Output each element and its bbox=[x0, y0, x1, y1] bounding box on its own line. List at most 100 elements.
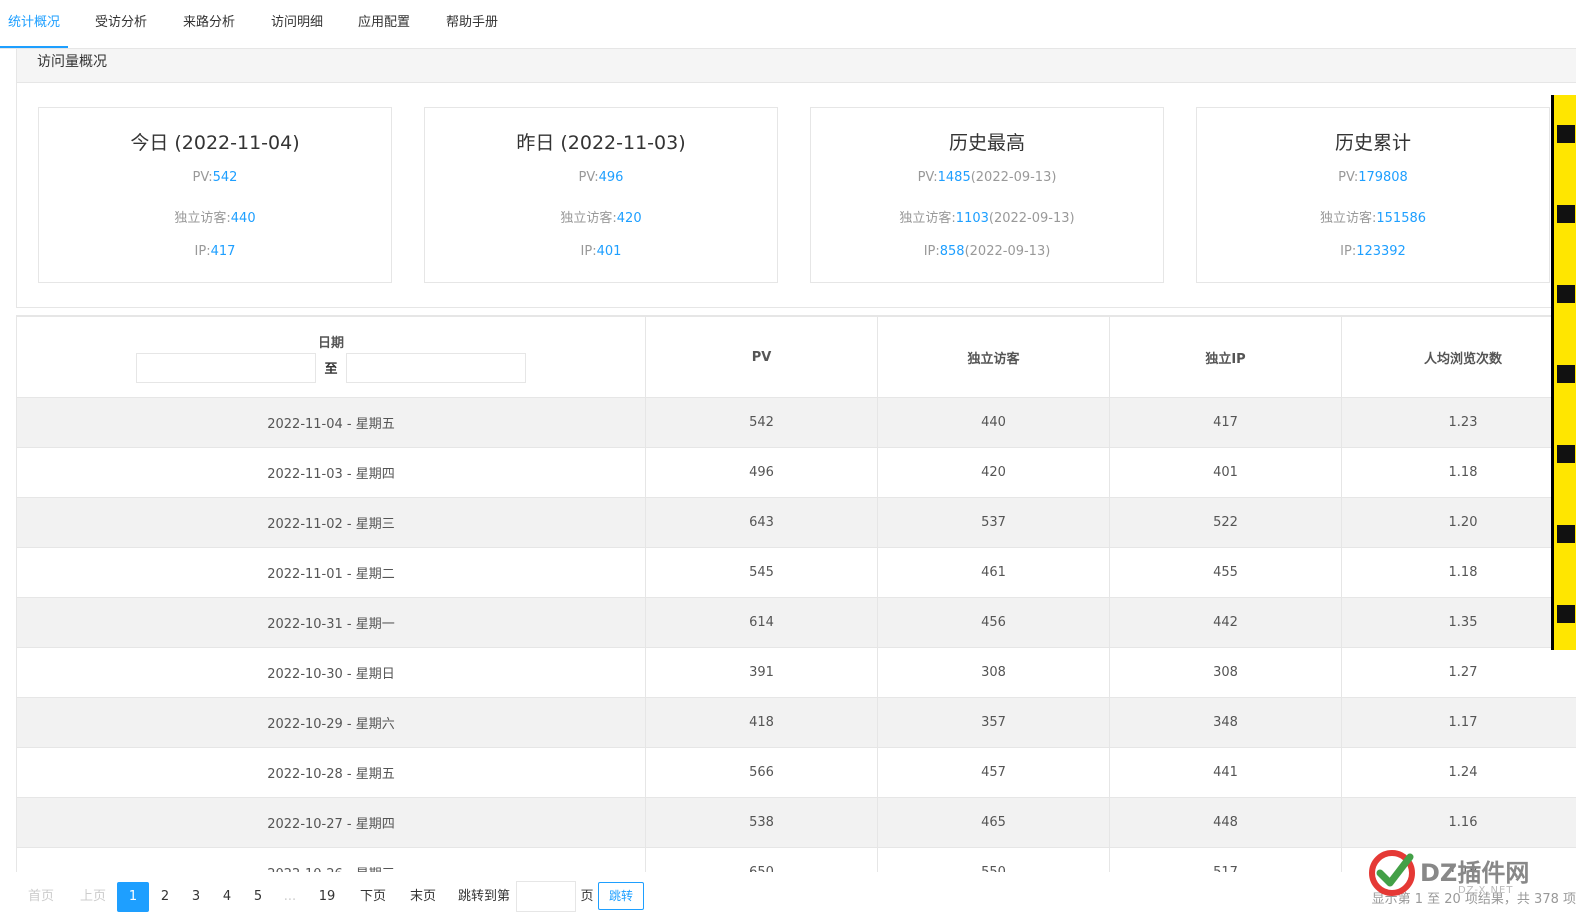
date-end-input[interactable] bbox=[346, 352, 527, 383]
avg-cell: 1.27 bbox=[1341, 647, 1576, 698]
nav-tabs: 统计概况 受访分析 来路分析 访问明细 应用配置 帮助手册 bbox=[0, 0, 1576, 49]
stats-table: 日期 至 PV 独立访客 独立IP 人均浏览次数 2022-11-04 - 星期… bbox=[16, 316, 1576, 873]
page-5-button[interactable]: 5 bbox=[243, 882, 273, 912]
pv-label: PV: bbox=[192, 170, 213, 185]
ip-date: (2022-09-13) bbox=[964, 244, 1051, 259]
ip-value: 858 bbox=[939, 244, 965, 259]
tab-app-config[interactable]: 应用配置 bbox=[350, 0, 418, 46]
ip-value: 417 bbox=[210, 244, 236, 259]
uv-label: 独立访客: bbox=[174, 211, 231, 226]
date-cell: 2022-10-29 - 星期六 bbox=[16, 697, 646, 748]
table-row: 2022-11-01 - 星期二 545 461 455 1.18 bbox=[16, 547, 1576, 598]
uv-cell: 456 bbox=[877, 597, 1110, 648]
table-header-row: 日期 至 PV 独立访客 独立IP 人均浏览次数 bbox=[16, 316, 1576, 398]
yellow-watermark-strip bbox=[1551, 95, 1576, 650]
date-start-input[interactable] bbox=[135, 352, 316, 383]
date-cell: 2022-11-03 - 星期四 bbox=[16, 447, 646, 498]
tab-overview[interactable]: 统计概况 bbox=[0, 0, 69, 48]
page-19-button[interactable]: 19 bbox=[310, 882, 344, 912]
ip-header: 独立IP bbox=[1109, 316, 1342, 398]
uv-label: 独立访客: bbox=[1319, 211, 1377, 226]
date-cell: 2022-10-30 - 星期日 bbox=[16, 647, 646, 698]
ip-line: IP:858(2022-09-13) bbox=[811, 244, 1163, 259]
next-page-button[interactable]: 下页 bbox=[350, 882, 396, 912]
page-1-button[interactable]: 1 bbox=[117, 882, 149, 912]
uv-line: 独立访客:440 bbox=[39, 207, 391, 226]
pv-line: PV:1485(2022-09-13) bbox=[811, 170, 1163, 185]
ip-line: IP:123392 bbox=[1197, 244, 1549, 259]
page-3-button[interactable]: 3 bbox=[181, 882, 211, 912]
ip-cell: 308 bbox=[1109, 647, 1342, 698]
avg-cell: 1.17 bbox=[1341, 697, 1576, 748]
table-row: 2022-10-29 - 星期六 418 357 348 1.17 bbox=[16, 697, 1576, 748]
pv-cell: 566 bbox=[645, 747, 878, 798]
ip-cell: 522 bbox=[1109, 497, 1342, 548]
table-row: 2022-10-27 - 星期四 538 465 448 1.16 bbox=[16, 797, 1576, 848]
tab-referrer-analysis[interactable]: 来路分析 bbox=[175, 0, 243, 46]
jump-button[interactable]: 跳转 bbox=[598, 882, 644, 910]
uv-line: 独立访客:420 bbox=[425, 207, 777, 226]
tab-visit-detail[interactable]: 访问明细 bbox=[263, 0, 331, 46]
ip-label: IP: bbox=[1340, 244, 1357, 259]
pv-line: PV:542 bbox=[39, 170, 391, 185]
table-row: 2022-10-28 - 星期五 566 457 441 1.24 bbox=[16, 747, 1576, 798]
tab-help-manual[interactable]: 帮助手册 bbox=[438, 0, 506, 46]
prev-page-button[interactable]: 上页 bbox=[70, 882, 116, 912]
page-unit-label: 页 bbox=[580, 889, 594, 904]
pv-value: 179808 bbox=[1358, 170, 1408, 185]
avg-cell: 1.16 bbox=[1341, 797, 1576, 848]
pv-value: 542 bbox=[212, 170, 238, 185]
ip-value: 123392 bbox=[1356, 244, 1406, 259]
ip-cell: 448 bbox=[1109, 797, 1342, 848]
table-row: 2022-10-31 - 星期一 614 456 442 1.35 bbox=[16, 597, 1576, 648]
pv-cell: 391 bbox=[645, 647, 878, 698]
uv-cell: 537 bbox=[877, 497, 1110, 548]
logo-check-icon bbox=[1369, 850, 1415, 896]
first-page-button[interactable]: 首页 bbox=[18, 882, 64, 912]
ip-cell: 401 bbox=[1109, 447, 1342, 498]
page-2-button[interactable]: 2 bbox=[150, 882, 180, 912]
uv-cell: 465 bbox=[877, 797, 1110, 848]
ip-cell: 417 bbox=[1109, 397, 1342, 448]
card-yesterday: 昨日 (2022-11-03) PV:496 独立访客:420 IP:401 bbox=[424, 107, 778, 283]
jump-label: 跳转到第 bbox=[457, 889, 510, 904]
pv-cell: 545 bbox=[645, 547, 878, 598]
card-history-max: 历史最高 PV:1485(2022-09-13) 独立访客:1103(2022-… bbox=[810, 107, 1164, 283]
ip-line: IP:417 bbox=[39, 244, 391, 259]
overview-title: 访问量概况 bbox=[17, 49, 1576, 83]
ip-label: IP: bbox=[580, 244, 597, 259]
date-cell: 2022-11-04 - 星期五 bbox=[16, 397, 646, 448]
avg-cell: 1.35 bbox=[1341, 597, 1576, 648]
ip-cell: 517 bbox=[1109, 847, 1342, 873]
ip-cell: 455 bbox=[1109, 547, 1342, 598]
avg-cell: 1.23 bbox=[1341, 397, 1576, 448]
table-row: 2022-11-03 - 星期四 496 420 401 1.18 bbox=[16, 447, 1576, 498]
pv-cell: 418 bbox=[645, 697, 878, 748]
pv-value: 496 bbox=[598, 170, 624, 185]
pv-date: (2022-09-13) bbox=[970, 170, 1057, 185]
uv-value: 151586 bbox=[1376, 211, 1427, 226]
overview-panel: 访问量概况 今日 (2022-11-04) PV:542 独立访客:440 IP… bbox=[16, 48, 1576, 308]
uv-label: 独立访客: bbox=[560, 211, 617, 226]
site-logo: DZ插件网 DZ-X.NET bbox=[1366, 845, 1566, 905]
uv-label: 独立访客: bbox=[899, 211, 956, 226]
pv-line: PV:496 bbox=[425, 170, 777, 185]
logo-subtext: DZ-X.NET bbox=[1458, 885, 1514, 896]
uv-value: 420 bbox=[616, 211, 642, 226]
pv-line: PV:179808 bbox=[1197, 170, 1549, 185]
pv-cell: 643 bbox=[645, 497, 878, 548]
card-history-total: 历史累计 PV:179808 独立访客:151586 IP:123392 bbox=[1196, 107, 1550, 283]
date-cell: 2022-10-28 - 星期五 bbox=[16, 747, 646, 798]
ip-line: IP:401 bbox=[425, 244, 777, 259]
tab-visited-analysis[interactable]: 受访分析 bbox=[87, 0, 155, 46]
pagination: 首页 上页 1 2 3 4 5 ... 19 下页 末页 跳转到第 页 跳转 显… bbox=[0, 872, 1576, 921]
table-row: 2022-11-04 - 星期五 542 440 417 1.23 bbox=[16, 397, 1576, 448]
page-4-button[interactable]: 4 bbox=[212, 882, 242, 912]
pv-cell: 542 bbox=[645, 397, 878, 448]
jump-page-input[interactable] bbox=[516, 881, 576, 912]
avg-cell: 1.18 bbox=[1341, 547, 1576, 598]
uv-cell: 440 bbox=[877, 397, 1110, 448]
last-page-button[interactable]: 末页 bbox=[400, 882, 446, 912]
ip-value: 401 bbox=[596, 244, 622, 259]
pv-cell: 538 bbox=[645, 797, 878, 848]
